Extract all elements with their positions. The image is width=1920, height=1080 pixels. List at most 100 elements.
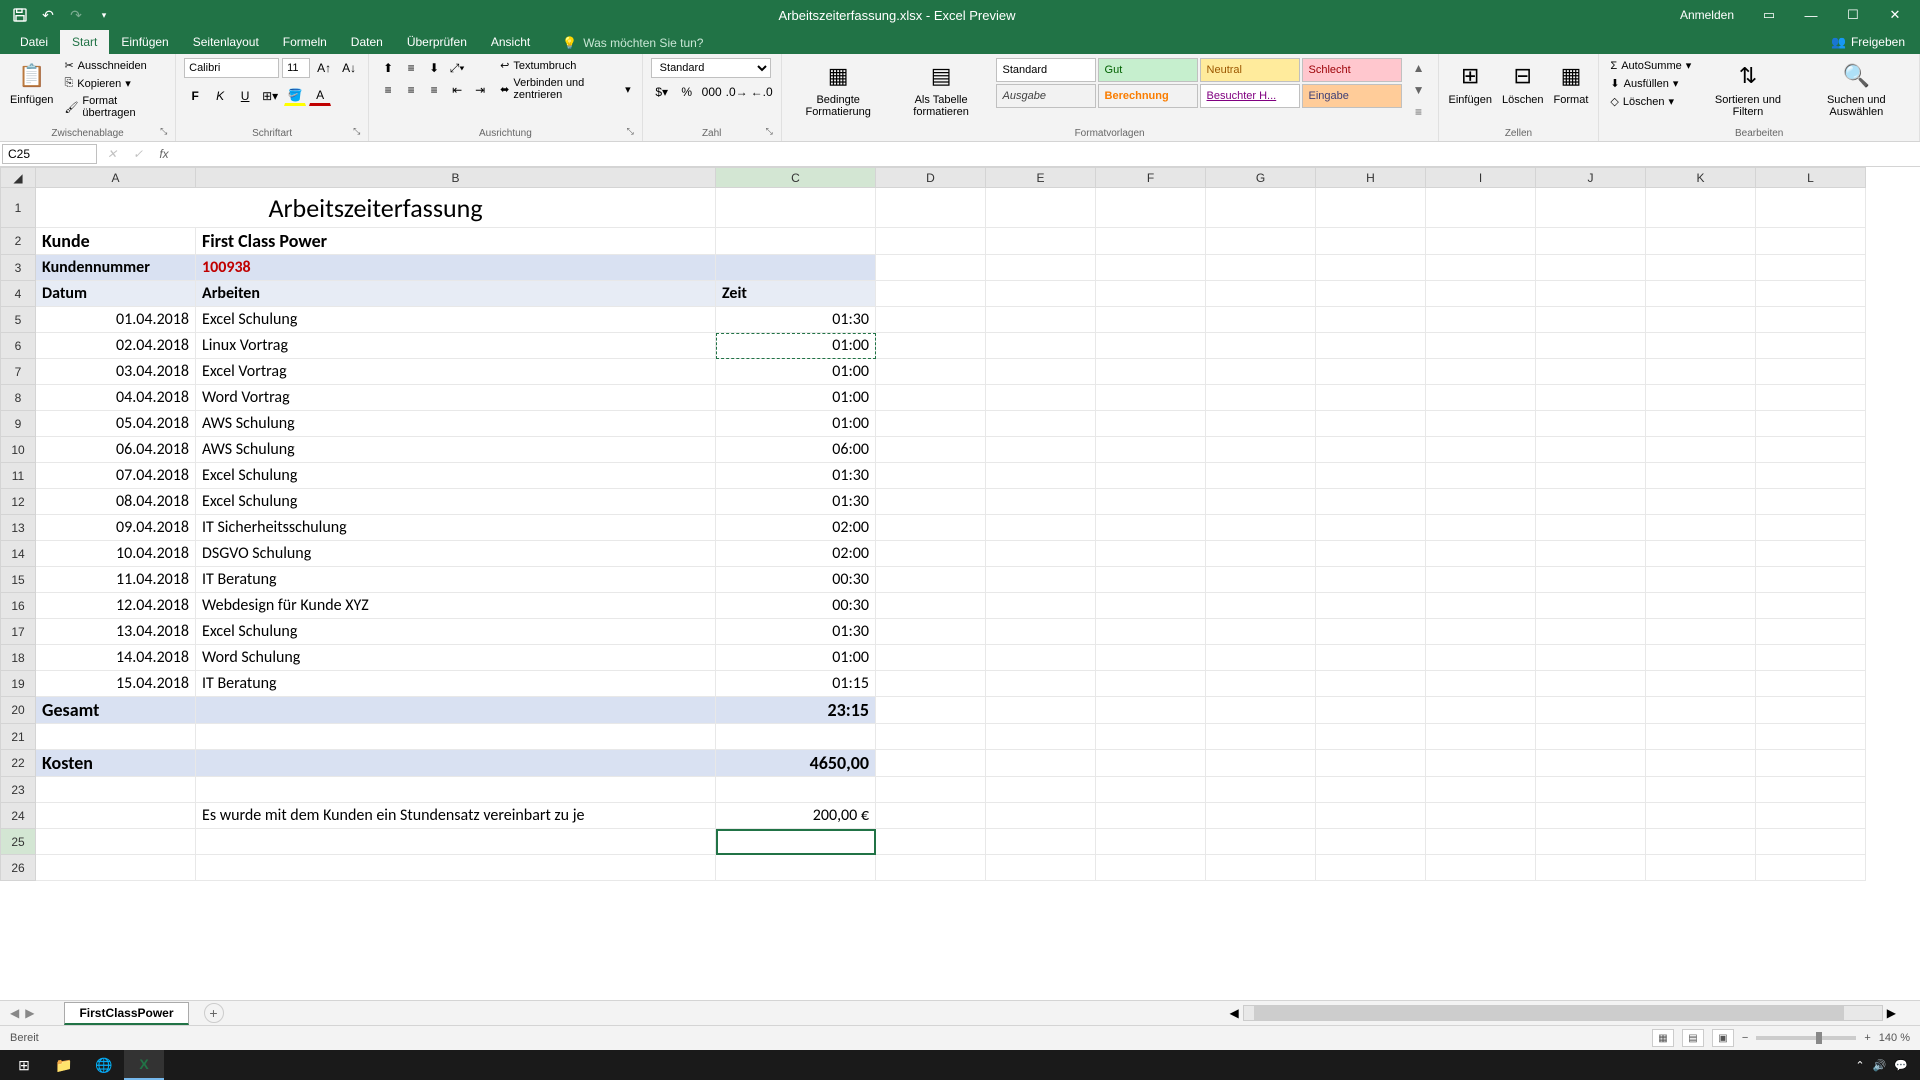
start-menu-icon[interactable]: ⊞ [4,1050,44,1080]
align-right-icon[interactable]: ≡ [423,80,445,100]
inc-decimal-icon[interactable]: .0→ [726,82,748,102]
font-color-icon[interactable]: A [309,86,331,106]
styles-scroll-down[interactable]: ▼ [1408,80,1430,100]
align-middle-icon[interactable]: ≡ [400,58,422,78]
tab-ansicht[interactable]: Ansicht [479,30,542,54]
minimize-icon[interactable]: — [1791,1,1831,29]
sign-in-link[interactable]: Anmelden [1680,8,1734,22]
ribbon-display-icon[interactable]: ▭ [1749,1,1789,29]
orientation-icon[interactable]: ⤢▾ [446,58,468,78]
cell[interactable]: Arbeitszeiterfassung [36,188,716,228]
styles-scroll-up[interactable]: ▲ [1408,58,1430,78]
col-header-L[interactable]: L [1756,168,1866,188]
copy-button[interactable]: ⎘Kopieren ▾ [61,76,167,91]
format-painter-button[interactable]: 🖌Format übertragen [61,94,167,120]
increase-font-icon[interactable]: A↑ [313,58,335,78]
view-normal-icon[interactable]: ▦ [1652,1029,1674,1047]
col-header-G[interactable]: G [1206,168,1316,188]
find-select-button[interactable]: 🔍Suchen und Auswählen [1802,58,1911,120]
merge-center-button[interactable]: ⬌Verbinden und zentrieren ▾ [497,76,634,102]
file-explorer-icon[interactable]: 📁 [44,1050,84,1080]
maximize-icon[interactable]: ☐ [1833,1,1873,29]
sort-filter-button[interactable]: ⇅Sortieren und Filtern [1700,58,1795,120]
underline-icon[interactable]: U [234,86,256,106]
insert-cells-button[interactable]: ⊞Einfügen [1447,58,1494,108]
enter-formula-icon[interactable]: ✓ [128,144,148,164]
tab-seitenlayout[interactable]: Seitenlayout [181,30,271,54]
tell-me-search[interactable]: 💡 Was möchten Sie tun? [562,36,703,54]
format-as-table-button[interactable]: ▤ Als Tabelle formatieren [893,58,990,120]
indent-dec-icon[interactable]: ⇤ [446,80,468,100]
save-icon[interactable] [10,5,30,25]
styles-more[interactable]: ≡ [1408,102,1430,122]
row-header[interactable]: 1 [1,188,36,228]
fx-icon[interactable]: fx [154,144,174,164]
undo-icon[interactable]: ↶ [38,5,58,25]
border-icon[interactable]: ⊞▾ [259,86,281,106]
close-icon[interactable]: ✕ [1875,1,1915,29]
col-header-H[interactable]: H [1316,168,1426,188]
number-launcher[interactable]: ⤡ [766,126,778,138]
cancel-formula-icon[interactable]: ✕ [102,144,122,164]
sheet-nav-prev[interactable]: ◀ [10,1006,19,1020]
style-schlecht[interactable]: Schlecht [1302,58,1402,82]
zoom-level[interactable]: 140 % [1879,1032,1910,1044]
comma-icon[interactable]: 000 [701,82,723,102]
clear-button[interactable]: ◇Löschen ▾ [1607,94,1694,109]
hscroll-right[interactable]: ▶ [1883,1006,1900,1020]
view-page-break-icon[interactable]: ▣ [1712,1029,1734,1047]
sheet-nav-next[interactable]: ▶ [25,1006,34,1020]
col-header-J[interactable]: J [1536,168,1646,188]
zoom-in-button[interactable]: + [1864,1032,1870,1044]
style-besucht[interactable]: Besuchter H... [1200,84,1300,108]
redo-icon[interactable]: ↷ [66,5,86,25]
bold-icon[interactable]: F [184,86,206,106]
zoom-slider[interactable] [1756,1036,1856,1040]
style-ausgabe[interactable]: Ausgabe [996,84,1096,108]
col-header-B[interactable]: B [196,168,716,188]
delete-cells-button[interactable]: ⊟Löschen [1500,58,1546,108]
tab-formeln[interactable]: Formeln [271,30,339,54]
tab-daten[interactable]: Daten [339,30,395,54]
col-header-F[interactable]: F [1096,168,1206,188]
conditional-formatting-button[interactable]: ▦ Bedingte Formatierung [790,58,887,120]
col-header-D[interactable]: D [876,168,986,188]
currency-icon[interactable]: $▾ [651,82,673,102]
style-berechnung[interactable]: Berechnung [1098,84,1198,108]
sheet-tab-active[interactable]: FirstClassPower [64,1002,188,1025]
row-header[interactable]: 2 [1,228,36,255]
row-header[interactable]: 4 [1,281,36,307]
autosum-button[interactable]: ΣAutoSumme ▾ [1607,58,1694,73]
tray-volume-icon[interactable]: 🔊 [1873,1059,1887,1072]
tray-chevron-icon[interactable]: ⌃ [1855,1059,1864,1072]
col-header-E[interactable]: E [986,168,1096,188]
excel-taskbar-icon[interactable]: X [124,1050,164,1080]
horizontal-scrollbar[interactable] [1243,1005,1883,1021]
align-launcher[interactable]: ⤡ [627,126,639,138]
share-button[interactable]: 👥 Freigeben [1816,30,1920,54]
style-neutral[interactable]: Neutral [1200,58,1300,82]
edge-icon[interactable]: 🌐 [84,1050,124,1080]
qat-customize-icon[interactable]: ▾ [94,5,114,25]
tray-notifications-icon[interactable]: 💬 [1894,1059,1908,1072]
italic-icon[interactable]: K [209,86,231,106]
col-header-I[interactable]: I [1426,168,1536,188]
tab-datei[interactable]: Datei [8,30,60,54]
hscroll-left[interactable]: ◀ [1226,1006,1243,1020]
format-cells-button[interactable]: ▦Format [1552,58,1591,108]
fill-button[interactable]: ⬇Ausfüllen ▾ [1607,76,1694,91]
font-name-select[interactable] [184,58,279,78]
add-sheet-button[interactable]: + [204,1003,224,1023]
row-header[interactable]: 3 [1,255,36,281]
col-header-A[interactable]: A [36,168,196,188]
name-box[interactable] [2,144,97,164]
clipboard-launcher[interactable]: ⤡ [160,126,172,138]
tab-start[interactable]: Start [60,30,109,54]
align-bottom-icon[interactable]: ⬇ [423,58,445,78]
view-page-layout-icon[interactable]: ▤ [1682,1029,1704,1047]
select-all-corner[interactable]: ◢ [1,168,36,188]
decrease-font-icon[interactable]: A↓ [338,58,360,78]
indent-inc-icon[interactable]: ⇥ [469,80,491,100]
align-top-icon[interactable]: ⬆ [377,58,399,78]
font-launcher[interactable]: ⤡ [353,126,365,138]
